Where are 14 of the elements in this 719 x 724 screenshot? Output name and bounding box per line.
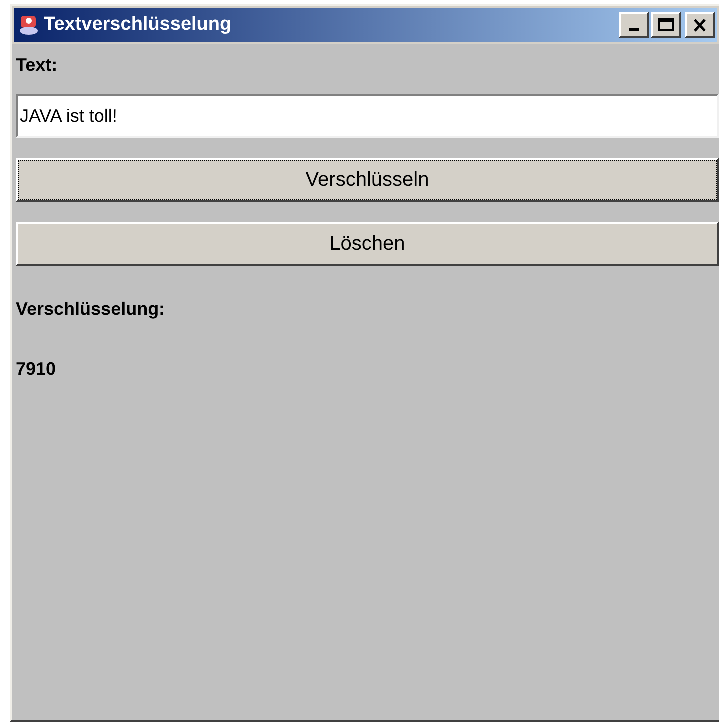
action-button[interactable]: Löschen — [16, 222, 719, 266]
close-icon — [693, 18, 707, 32]
text-field[interactable]: JAVA ist toll! — [16, 94, 719, 138]
maximize-button[interactable] — [651, 12, 681, 38]
result-label: Verschlüsselung: — [16, 298, 166, 320]
window-title: Textverschlüsselung — [44, 12, 232, 37]
text-label: Text: — [16, 54, 59, 76]
minimize-icon — [629, 28, 639, 31]
close-button[interactable] — [685, 12, 715, 38]
result-value: 7910 — [16, 358, 58, 380]
maximize-icon — [658, 18, 674, 32]
app-icon — [18, 14, 40, 36]
action-button[interactable]: Verschlüsseln — [16, 158, 719, 202]
minimize-button[interactable] — [619, 12, 649, 38]
